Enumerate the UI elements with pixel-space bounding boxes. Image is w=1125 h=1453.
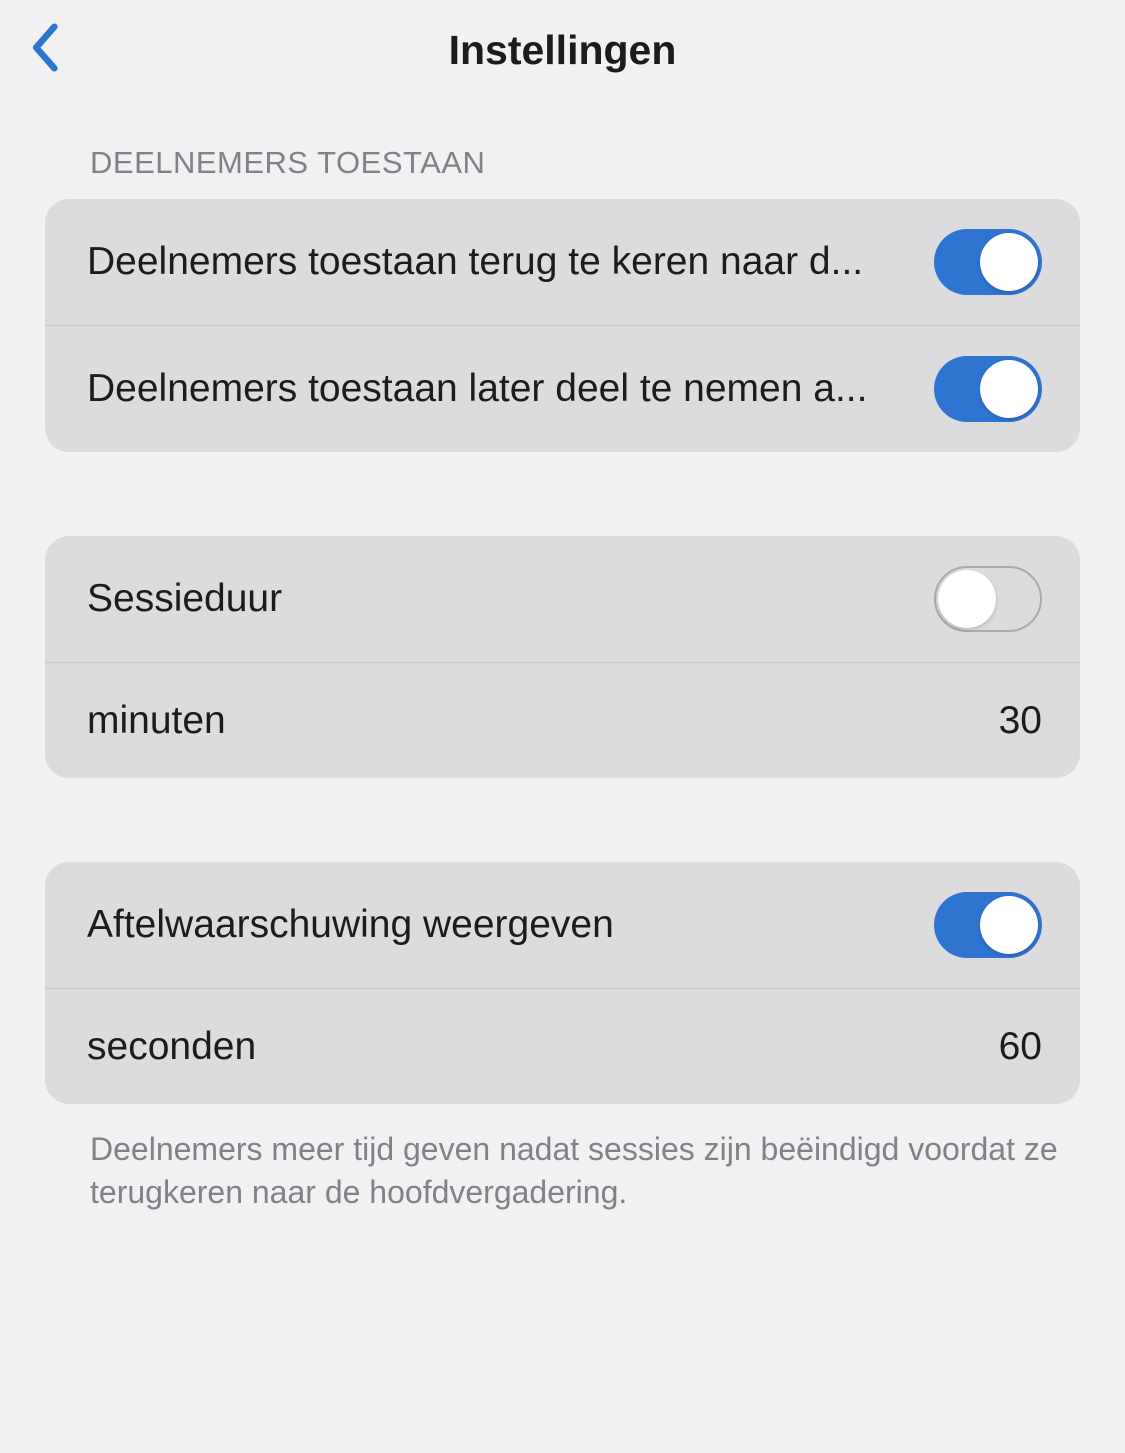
- section-header-participants: DEELNEMERS TOESTAAN: [0, 100, 1125, 199]
- allow-later-toggle[interactable]: [934, 356, 1042, 422]
- allow-return-toggle[interactable]: [934, 229, 1042, 295]
- group-countdown: Aftelwaarschuwing weergeven seconden 60: [45, 862, 1080, 1104]
- header: Instellingen: [0, 0, 1125, 100]
- countdown-toggle[interactable]: [934, 892, 1042, 958]
- row-allow-return: Deelnemers toestaan terug te keren naar …: [45, 199, 1080, 325]
- group-session-duration: Sessieduur minuten 30: [45, 536, 1080, 778]
- back-button[interactable]: [28, 22, 60, 79]
- spacer: [0, 778, 1125, 862]
- toggle-knob: [980, 896, 1038, 954]
- group-participants: Deelnemers toestaan terug te keren naar …: [45, 199, 1080, 452]
- seconds-label: seconden: [87, 1025, 999, 1069]
- row-session-duration: Sessieduur: [45, 536, 1080, 662]
- allow-return-label: Deelnemers toestaan terug te keren naar …: [87, 240, 934, 284]
- session-duration-toggle[interactable]: [934, 566, 1042, 632]
- seconds-value: 60: [999, 1025, 1042, 1069]
- toggle-knob: [938, 570, 996, 628]
- toggle-knob: [980, 360, 1038, 418]
- footer-note: Deelnemers meer tijd geven nadat sessies…: [0, 1104, 1125, 1214]
- row-allow-later: Deelnemers toestaan later deel te nemen …: [45, 325, 1080, 452]
- session-duration-label: Sessieduur: [87, 577, 934, 621]
- countdown-label: Aftelwaarschuwing weergeven: [87, 903, 934, 947]
- allow-later-label: Deelnemers toestaan later deel te nemen …: [87, 367, 934, 411]
- row-countdown: Aftelwaarschuwing weergeven: [45, 862, 1080, 988]
- toggle-knob: [980, 233, 1038, 291]
- minutes-value: 30: [999, 699, 1042, 743]
- minutes-label: minuten: [87, 699, 999, 743]
- row-seconds[interactable]: seconden 60: [45, 988, 1080, 1104]
- chevron-left-icon: [28, 22, 60, 74]
- page-title: Instellingen: [449, 27, 677, 74]
- spacer: [0, 452, 1125, 536]
- row-minutes[interactable]: minuten 30: [45, 662, 1080, 778]
